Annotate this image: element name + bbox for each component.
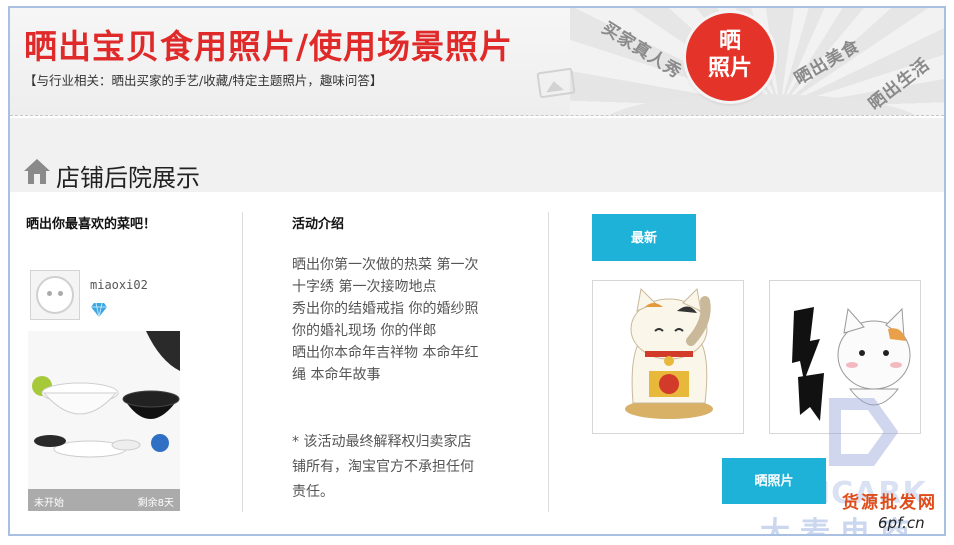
activity-line: 绳 本命年故事: [292, 367, 381, 383]
avatar[interactable]: [30, 270, 80, 320]
avatar-face-icon: [36, 276, 74, 314]
photo-status-bar: 未开始 剩余8天: [28, 489, 180, 511]
activity-line: 晒出你第一次做的热菜 第一次: [292, 257, 479, 273]
thumbnail-lucky-cat[interactable]: [592, 280, 744, 434]
section-header: 店铺后院展示: [10, 118, 944, 192]
banner-subtitle: 【与行业相关：晒出买家的手艺/收藏/特定主题照片，趣味问答】: [24, 73, 383, 88]
badge-line-1: 晒: [718, 29, 741, 54]
activity-line: 晒出你本命年吉祥物 本命年红: [292, 345, 479, 361]
featured-photo[interactable]: 未开始 剩余8天: [28, 331, 180, 511]
watermark-site-name: 货源批发网: [842, 493, 937, 513]
disclaimer-line: * 该活动最终解释权归卖家店: [292, 434, 472, 450]
section-title: 店铺后院展示: [56, 164, 200, 192]
share-photo-badge: 晒 照片: [686, 13, 774, 101]
featured-post-title[interactable]: 晒出你最喜欢的菜吧！: [26, 213, 156, 232]
diamond-icon: [91, 302, 107, 318]
activity-line: 秀出你的结婚戒指 你的婚纱照: [292, 301, 479, 317]
watermark-emblem-icon: [829, 398, 899, 466]
activity-line: 十字绣 第一次接吻地点: [292, 279, 437, 295]
lucky-cat-illustration: [625, 287, 713, 419]
disclaimer-line: 责任。: [292, 484, 334, 500]
disclaimer-line: 铺所有，淘宝官方不承担任何: [292, 459, 474, 475]
bowls-photo-illustration: [28, 331, 180, 511]
username[interactable]: miaoxi02: [90, 278, 148, 292]
picture-icon: [536, 67, 576, 99]
watermark-url: 6pf.cn: [878, 514, 925, 532]
activity-disclaimer: * 该活动最终解释权归卖家店 铺所有，淘宝官方不承担任何 责任。: [292, 430, 514, 505]
share-photo-button[interactable]: 晒照片: [722, 458, 826, 504]
activity-line: 你的婚礼现场 你的伴郎: [292, 323, 437, 339]
activity-description: 晒出你第一次做的热菜 第一次 十字绣 第一次接吻地点 秀出你的结婚戒指 你的婚纱…: [292, 254, 514, 386]
column-divider: [548, 212, 549, 512]
activity-title: 活动介绍: [292, 217, 345, 232]
page-frame: 晒出宝贝食用照片/使用场景照片 【与行业相关：晒出买家的手艺/收藏/特定主题照片…: [8, 6, 946, 536]
house-icon: [24, 159, 50, 184]
banner: 晒出宝贝食用照片/使用场景照片 【与行业相关：晒出买家的手艺/收藏/特定主题照片…: [10, 8, 944, 116]
newest-button[interactable]: 最新: [592, 214, 696, 261]
photo-status-remaining: 剩余8天: [137, 498, 174, 509]
column-divider: [242, 212, 243, 512]
banner-title: 晒出宝贝食用照片/使用场景照片: [24, 27, 514, 66]
badge-line-2: 照片: [707, 56, 752, 81]
photo-status-state: 未开始: [34, 498, 64, 509]
